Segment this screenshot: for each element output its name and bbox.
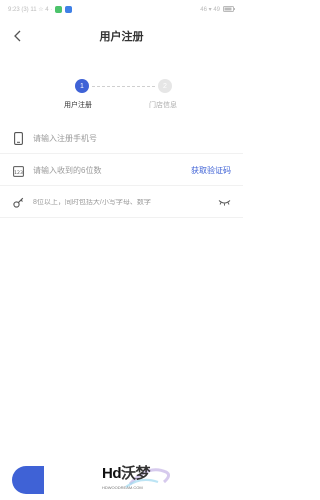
- battery-icon: [223, 6, 235, 12]
- status-bar: 9:23 (3) 11 ☆ 4 · 46 ▾ 49: [0, 0, 243, 18]
- key-icon: [12, 196, 24, 210]
- status-left: 9:23 (3) 11 ☆ 4 ·: [8, 5, 73, 13]
- status-right: 46 ▾ 49: [200, 6, 235, 13]
- password-input[interactable]: [33, 199, 217, 206]
- status-left-text: 9:23 (3) 11 ☆ 4 ·: [8, 6, 53, 13]
- step-2-label: 门店信息: [149, 102, 177, 109]
- step-connector: [92, 86, 155, 87]
- back-button[interactable]: [8, 26, 26, 46]
- eye-closed-icon: [218, 200, 230, 206]
- wechat-icon: [55, 5, 63, 13]
- chevron-left-icon: [14, 30, 21, 42]
- svg-text:123: 123: [14, 170, 23, 176]
- code-row: 123 获取验证码: [0, 156, 243, 186]
- watermark-subtitle: HDWOODREAM.COM: [102, 485, 143, 490]
- app-notification-icon: [65, 5, 73, 13]
- step-1-label: 用户注册: [64, 102, 92, 109]
- watermark-logo: Hd沃梦 HDWOODREAM.COM: [100, 462, 190, 500]
- step-progress: 1 2 用户注册 门店信息: [0, 76, 243, 116]
- nav-bar: 用户注册: [0, 20, 243, 52]
- watermark-title-latin: Hd: [102, 465, 122, 482]
- status-right-text: 46 ▾ 49: [200, 6, 220, 13]
- phone-input[interactable]: [33, 134, 231, 143]
- next-button[interactable]: [12, 466, 44, 494]
- code-input[interactable]: [33, 166, 191, 175]
- phone-row: [0, 124, 243, 154]
- password-row: [0, 188, 243, 218]
- get-code-button[interactable]: 获取验证码: [191, 165, 231, 176]
- step-2-indicator: 2: [158, 79, 172, 93]
- page-title: 用户注册: [99, 31, 144, 43]
- watermark-title-cn: 沃梦: [121, 465, 151, 482]
- password-visibility-toggle[interactable]: [217, 198, 231, 208]
- step-1-indicator: 1: [75, 79, 89, 93]
- phone-icon: [12, 132, 24, 146]
- verification-code-icon: 123: [12, 164, 24, 178]
- watermark-title: Hd沃梦: [102, 462, 151, 483]
